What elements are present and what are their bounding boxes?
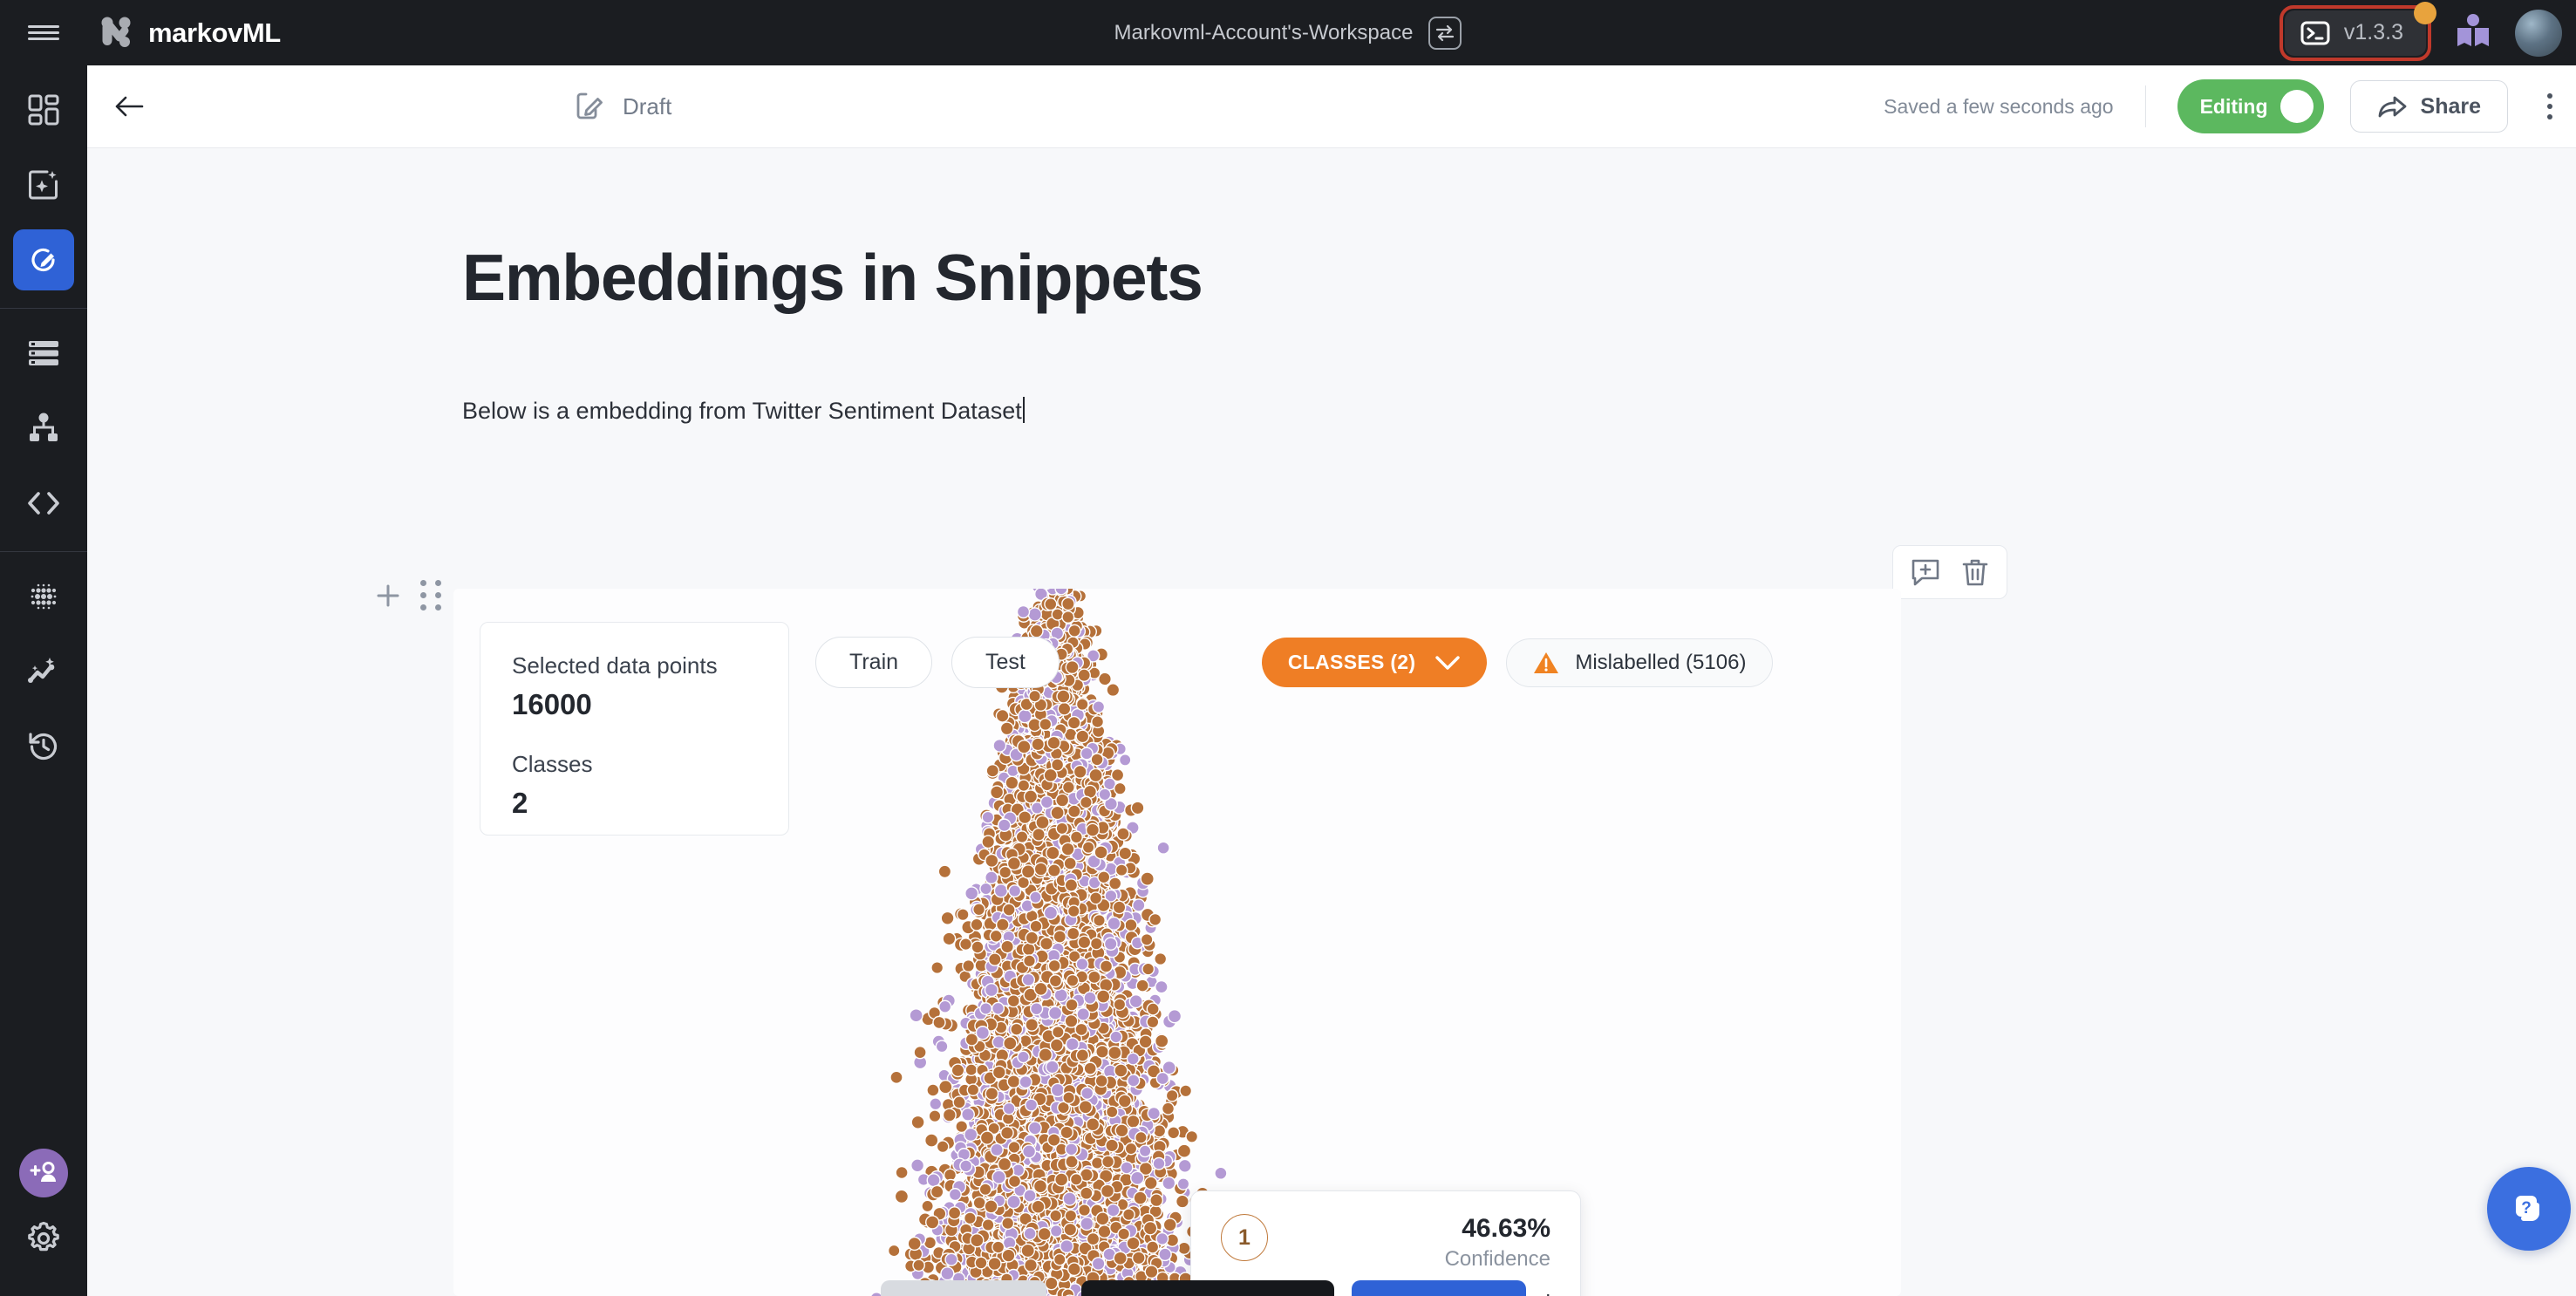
sidebar-item-history[interactable] <box>13 716 74 777</box>
bottom-dark-button[interactable] <box>1081 1280 1334 1296</box>
embedding-card: Selected data points 16000 Classes 2 Tra… <box>453 589 1901 1296</box>
more-vertical-icon[interactable] <box>2531 82 2569 131</box>
tooltip-confidence-value: 46.63% <box>1462 1214 1550 1243</box>
mislabelled-badge[interactable]: Mislabelled (5106) <box>1506 638 1774 687</box>
draft-status[interactable]: Draft <box>574 91 671 122</box>
sidebar-item-datasets[interactable] <box>13 323 74 384</box>
sidebar-item-embeddings[interactable] <box>13 566 74 627</box>
gear-icon <box>28 1221 59 1252</box>
block-handles <box>375 580 441 610</box>
add-block-button[interactable] <box>375 583 401 609</box>
sidebar-item-code[interactable] <box>13 473 74 534</box>
help-question-icon: ? <box>2516 1196 2539 1221</box>
page-description[interactable]: Below is a embedding from Twitter Sentim… <box>462 397 1025 425</box>
sidebar-item-editor[interactable] <box>13 229 74 290</box>
hamburger-menu-icon[interactable] <box>0 0 87 65</box>
back-button[interactable] <box>103 80 155 133</box>
document-toolbar-right: Saved a few seconds ago Editing Share <box>1884 79 2576 133</box>
add-comment-button[interactable] <box>1911 557 1942 587</box>
share-button[interactable]: Share <box>2349 80 2508 133</box>
ai-sparkle-frame-icon <box>29 170 58 200</box>
help-button[interactable]: ? <box>2487 1167 2571 1251</box>
toggle-knob <box>2280 90 2314 123</box>
text-caret <box>1022 397 1025 423</box>
mislabelled-badge-label: Mislabelled (5106) <box>1575 650 1747 674</box>
document-canvas: Embeddings in Snippets Below is a embedd… <box>87 148 2576 1296</box>
notification-dot <box>2414 1 2436 24</box>
editing-toggle-label: Editing <box>2199 94 2268 118</box>
trash-icon <box>1962 559 1988 586</box>
bottom-action-strip <box>453 1280 1901 1296</box>
sidebar-divider-2 <box>0 551 87 552</box>
add-user-icon <box>30 1162 56 1182</box>
sidebar-item-analytics[interactable] <box>13 641 74 702</box>
edit-circle-icon <box>31 248 55 272</box>
markovml-logo-icon <box>101 17 131 47</box>
pencil-draft-icon <box>576 92 603 119</box>
delete-block-button[interactable] <box>1961 557 1989 587</box>
test-filter-button[interactable]: Test <box>951 637 1060 688</box>
chevron-down-icon <box>1435 655 1461 670</box>
draft-label: Draft <box>623 92 672 119</box>
sidebar-item-invite[interactable] <box>19 1149 68 1197</box>
dashboard-grid-icon <box>28 94 59 126</box>
saved-status-text: Saved a few seconds ago <box>1884 94 2114 118</box>
sidebar-item-workflows[interactable] <box>13 398 74 459</box>
warning-triangle-icon <box>1534 651 1559 673</box>
chart-controls: Train Test CLASSES (2) Mislabelled (5106… <box>815 637 1774 688</box>
top-bar-right: v1.3.3 <box>2279 0 2576 65</box>
share-arrow-icon <box>2378 96 2406 118</box>
document-toolbar: Draft Saved a few seconds ago Editing Sh… <box>87 65 2576 148</box>
hierarchy-flow-icon <box>30 413 58 441</box>
embedding-scatter-plot[interactable] <box>453 589 1901 1296</box>
page-description-text: Below is a embedding from Twitter Sentim… <box>462 398 1022 424</box>
left-sidebar <box>0 65 87 1296</box>
sidebar-divider <box>0 308 87 309</box>
bottom-secondary-button[interactable] <box>881 1280 1046 1296</box>
toolbar-divider <box>2144 85 2146 127</box>
train-filter-button[interactable]: Train <box>815 637 933 688</box>
bottom-primary-button[interactable] <box>1352 1280 1526 1296</box>
brand: markovML <box>98 15 281 51</box>
book-icon[interactable] <box>2454 13 2492 52</box>
workspace-name: Markovml-Account's-Workspace <box>1114 20 1414 44</box>
switch-workspace-icon[interactable] <box>1428 16 1462 50</box>
block-actions <box>1892 545 2007 599</box>
plus-icon <box>377 584 399 606</box>
drag-dots-icon[interactable] <box>420 580 441 610</box>
back-arrow-icon <box>115 96 144 117</box>
sidebar-item-dashboard[interactable] <box>13 79 74 140</box>
code-brackets-icon <box>28 492 59 515</box>
brand-name: markovML <box>148 17 281 48</box>
version-badge-wrapper: v1.3.3 <box>2279 1 2436 61</box>
list-rows-icon <box>29 341 58 365</box>
tooltip-confidence-label: Confidence <box>1444 1247 1550 1271</box>
sidebar-item-ai-generate[interactable] <box>13 154 74 215</box>
workspace-selector: Markovml-Account's-Workspace <box>0 0 2576 65</box>
scatter-dots-icon <box>31 583 57 610</box>
top-bar: markovML Markovml-Account's-Workspace v1… <box>0 0 2576 65</box>
history-clock-icon <box>29 733 58 761</box>
share-button-label: Share <box>2420 93 2481 119</box>
editing-toggle[interactable]: Editing <box>2177 79 2324 133</box>
highlight-ring <box>2279 4 2431 61</box>
analytics-sparkle-icon <box>28 658 55 683</box>
avatar[interactable] <box>2515 9 2562 57</box>
classes-dropdown-button[interactable]: CLASSES (2) <box>1261 638 1488 687</box>
classes-dropdown-label: CLASSES (2) <box>1287 651 1416 673</box>
add-comment-icon <box>1912 559 1939 586</box>
tooltip-index-badge: 1 <box>1221 1214 1268 1261</box>
page-title: Embeddings in Snippets <box>462 241 1203 314</box>
sidebar-item-settings[interactable] <box>25 1220 62 1261</box>
